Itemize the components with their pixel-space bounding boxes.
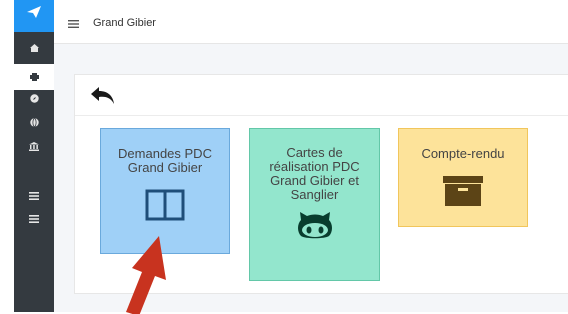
sidebar-logo[interactable] xyxy=(14,0,54,32)
compass-icon xyxy=(29,93,39,103)
home-icon xyxy=(29,44,39,52)
page-title: Grand Gibier xyxy=(93,17,156,29)
sidebar-item-home[interactable] xyxy=(14,38,54,58)
sidebar-item-globe[interactable] xyxy=(14,112,54,132)
pointer-arrow-icon xyxy=(126,236,166,314)
list-icon xyxy=(29,192,39,200)
list-icon xyxy=(29,215,39,223)
github-icon xyxy=(297,212,332,239)
panel-header xyxy=(75,75,568,116)
left-gutter xyxy=(0,0,14,312)
sidebar-item-bank[interactable] xyxy=(14,136,54,156)
sidebar-item-list-2[interactable] xyxy=(14,209,54,229)
paper-plane-icon xyxy=(27,6,41,18)
print-icon xyxy=(29,73,39,81)
undo-icon[interactable] xyxy=(89,85,117,105)
bank-icon xyxy=(29,141,39,151)
card-label: Demandes PDC Grand Gibier xyxy=(118,146,212,175)
sidebar-item-print[interactable] xyxy=(14,64,54,90)
sidebar-item-compass[interactable] xyxy=(14,88,54,108)
card-label: Cartes de réalisation PDC Grand Gibier e… xyxy=(269,145,360,202)
sidebar-item-list-1[interactable] xyxy=(14,186,54,206)
archive-icon xyxy=(443,176,483,206)
card-compte-rendu[interactable]: Compte-rendu xyxy=(398,128,528,227)
globe-icon xyxy=(29,117,39,127)
card-cartes-realisation[interactable]: Cartes de réalisation PDC Grand Gibier e… xyxy=(249,128,380,281)
card-label: Compte-rendu xyxy=(421,146,505,161)
columns-icon xyxy=(145,189,185,221)
hamburger-menu-icon[interactable] xyxy=(68,20,79,28)
top-navbar: Grand Gibier xyxy=(54,0,568,44)
sidebar xyxy=(14,0,54,312)
